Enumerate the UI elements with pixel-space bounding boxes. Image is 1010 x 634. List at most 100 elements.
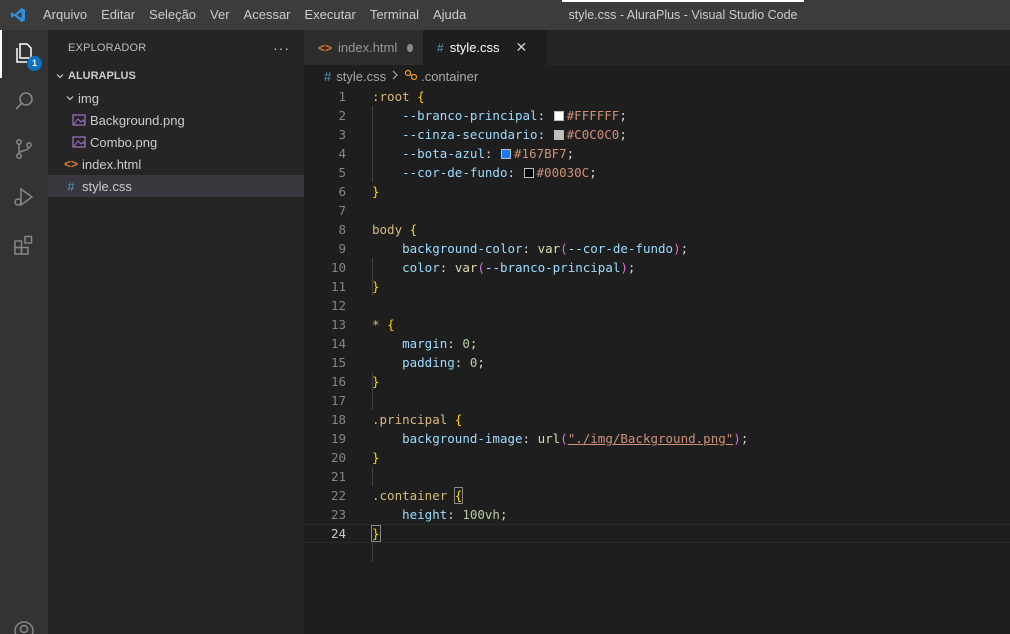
chevron-down-icon bbox=[62, 93, 78, 103]
menu-arquivo[interactable]: Arquivo bbox=[36, 0, 94, 30]
file-label: style.css bbox=[82, 178, 132, 194]
project-name: ALURAPLUS bbox=[68, 70, 136, 82]
line-number: 4 bbox=[338, 146, 346, 161]
url-string[interactable]: "./img/Background.png" bbox=[568, 431, 734, 446]
file-index-html[interactable]: <> index.html bbox=[48, 153, 304, 175]
color-swatch[interactable] bbox=[523, 168, 534, 178]
menu-acessar[interactable]: Acessar bbox=[237, 0, 298, 30]
code-line-current: 24 } bbox=[304, 524, 1010, 543]
color-swatch[interactable] bbox=[500, 149, 511, 159]
color-value: #C0C0C0 bbox=[566, 127, 620, 142]
line-number: 10 bbox=[330, 260, 346, 275]
tab-index-html[interactable]: <> index.html bbox=[304, 30, 423, 65]
unsaved-dot-icon[interactable] bbox=[407, 43, 413, 52]
chevron-down-icon bbox=[52, 71, 68, 81]
line-number: 6 bbox=[338, 184, 346, 199]
line-number: 3 bbox=[338, 127, 346, 142]
run-debug-icon bbox=[12, 185, 36, 212]
code-line: 15 padding: 0; bbox=[304, 353, 1010, 372]
selector: .principal bbox=[372, 412, 448, 427]
code-line: 22 .container { bbox=[304, 486, 1010, 505]
activity-source-control[interactable] bbox=[0, 126, 48, 174]
html-file-icon: <> bbox=[63, 157, 78, 171]
activity-account[interactable] bbox=[0, 608, 48, 634]
activity-bar: 1 bbox=[0, 30, 48, 634]
code-line: 20 } bbox=[304, 448, 1010, 467]
css-variable: --cor-de-fundo bbox=[402, 165, 508, 180]
explorer-header: EXPLORADOR ··· bbox=[48, 30, 304, 65]
activity-extensions[interactable] bbox=[0, 222, 48, 270]
line-number: 18 bbox=[330, 412, 346, 427]
explorer-badge: 1 bbox=[27, 56, 42, 71]
code-line: 6 } bbox=[304, 182, 1010, 201]
activity-explorer[interactable]: 1 bbox=[0, 30, 48, 78]
file-combo-png[interactable]: Combo.png bbox=[48, 131, 304, 153]
folder-img[interactable]: img bbox=[48, 87, 304, 109]
css-property: background-color bbox=[402, 241, 523, 256]
indent-guide bbox=[372, 543, 373, 562]
project-root[interactable]: ALURAPLUS bbox=[48, 65, 304, 87]
folder-label: img bbox=[78, 90, 99, 106]
color-swatch[interactable] bbox=[553, 130, 564, 140]
file-label: Background.png bbox=[90, 112, 185, 128]
editor-tabs: <> index.html # style.css ✕ bbox=[304, 30, 1010, 65]
code-line: 10 color: var(--branco-principal); bbox=[304, 258, 1010, 277]
color-value: #FFFFFF bbox=[566, 108, 620, 123]
more-actions-icon[interactable]: ··· bbox=[273, 40, 290, 56]
css-variable-ref: --cor-de-fundo bbox=[567, 241, 674, 256]
css-property: height bbox=[402, 507, 448, 522]
line-number: 20 bbox=[330, 450, 346, 465]
file-background-png[interactable]: Background.png bbox=[48, 109, 304, 131]
css-property: color bbox=[402, 260, 440, 275]
tab-style-css[interactable]: # style.css ✕ bbox=[423, 30, 547, 65]
file-label: Combo.png bbox=[90, 134, 158, 150]
color-value: #00030C bbox=[536, 165, 590, 180]
breadcrumb-file[interactable]: style.css bbox=[336, 69, 386, 84]
line-number: 17 bbox=[330, 393, 346, 408]
code-line: 2 --branco-principal: #FFFFFF; bbox=[304, 106, 1010, 125]
image-file-icon bbox=[70, 136, 88, 148]
code-line: 23 height: 100vh; bbox=[304, 505, 1010, 524]
line-number: 24 bbox=[330, 526, 346, 541]
vscode-logo-icon bbox=[0, 0, 36, 30]
menu-terminal[interactable]: Terminal bbox=[363, 0, 426, 30]
menu-ver[interactable]: Ver bbox=[203, 0, 237, 30]
code-line: 21 bbox=[304, 467, 1010, 486]
code-line: 12 bbox=[304, 296, 1010, 315]
css-file-icon: # bbox=[437, 40, 444, 55]
color-swatch[interactable] bbox=[553, 111, 564, 121]
line-number: 7 bbox=[338, 203, 346, 218]
html-file-icon: <> bbox=[318, 40, 333, 55]
breadcrumb-symbol[interactable]: .container bbox=[421, 69, 478, 84]
activity-search[interactable] bbox=[0, 78, 48, 126]
image-file-icon bbox=[70, 114, 88, 126]
extensions-icon bbox=[12, 233, 36, 260]
selector: * bbox=[372, 317, 380, 332]
code-line: 14 margin: 0; bbox=[304, 334, 1010, 353]
activity-run-debug[interactable] bbox=[0, 174, 48, 222]
account-icon bbox=[12, 619, 36, 634]
css-value: 0 bbox=[462, 336, 470, 351]
code-line: 1 :root { bbox=[304, 87, 1010, 106]
tab-label: index.html bbox=[338, 40, 398, 55]
code-line: 13 * { bbox=[304, 315, 1010, 334]
code-line: 17 bbox=[304, 391, 1010, 410]
selector: .container bbox=[372, 488, 448, 503]
explorer-title: EXPLORADOR bbox=[68, 41, 147, 54]
menu-ajuda[interactable]: Ajuda bbox=[426, 0, 473, 30]
editor-area: <> index.html # style.css ✕ # style.css … bbox=[304, 30, 1010, 634]
line-number: 13 bbox=[330, 317, 346, 332]
file-style-css[interactable]: # style.css bbox=[48, 175, 304, 197]
menu-editar[interactable]: Editar bbox=[94, 0, 142, 30]
menu-executar[interactable]: Executar bbox=[298, 0, 363, 30]
code-line: 16 } bbox=[304, 372, 1010, 391]
css-variable: --bota-azul bbox=[402, 146, 485, 161]
line-number: 2 bbox=[338, 108, 346, 123]
close-icon[interactable]: ✕ bbox=[516, 39, 528, 56]
line-number: 15 bbox=[330, 355, 346, 370]
line-number: 5 bbox=[338, 165, 346, 180]
menu-selecao[interactable]: Seleção bbox=[142, 0, 203, 30]
line-number: 22 bbox=[330, 488, 346, 503]
css-variable: --branco-principal bbox=[402, 108, 538, 123]
line-number: 9 bbox=[338, 241, 346, 256]
